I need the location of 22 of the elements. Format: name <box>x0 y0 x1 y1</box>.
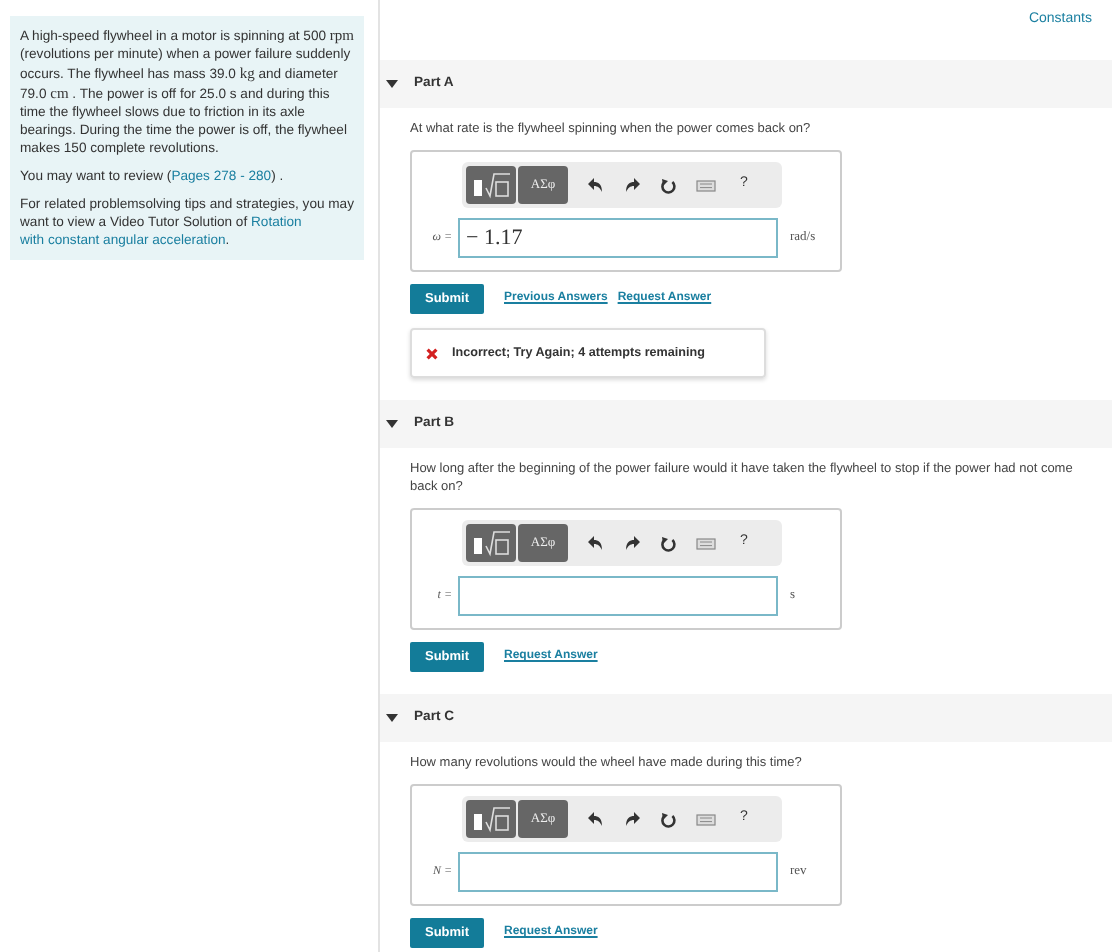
cross-icon <box>426 347 438 359</box>
reset-icon[interactable] <box>660 177 676 193</box>
redo-icon[interactable] <box>624 536 640 550</box>
undo-icon[interactable] <box>588 178 604 192</box>
undo-icon[interactable] <box>588 536 604 550</box>
redo-icon[interactable] <box>624 812 640 826</box>
keyboard-icon[interactable] <box>696 537 716 549</box>
answer-field[interactable] <box>458 852 778 892</box>
answer-field[interactable] <box>458 576 778 616</box>
answer-field[interactable]: − 1.17 <box>458 218 778 258</box>
undo-icon[interactable] <box>588 812 604 826</box>
redo-icon[interactable] <box>624 178 640 192</box>
reset-icon[interactable] <box>660 535 676 551</box>
templates-button[interactable] <box>466 166 516 204</box>
keyboard-icon[interactable] <box>696 179 716 191</box>
keyboard-icon[interactable] <box>696 813 716 825</box>
caret-icon[interactable] <box>386 79 398 89</box>
templates-button[interactable] <box>466 800 516 838</box>
reset-icon[interactable] <box>660 811 676 827</box>
templates-button[interactable] <box>466 524 516 562</box>
caret-icon[interactable] <box>386 713 398 723</box>
caret-icon[interactable] <box>386 419 398 429</box>
